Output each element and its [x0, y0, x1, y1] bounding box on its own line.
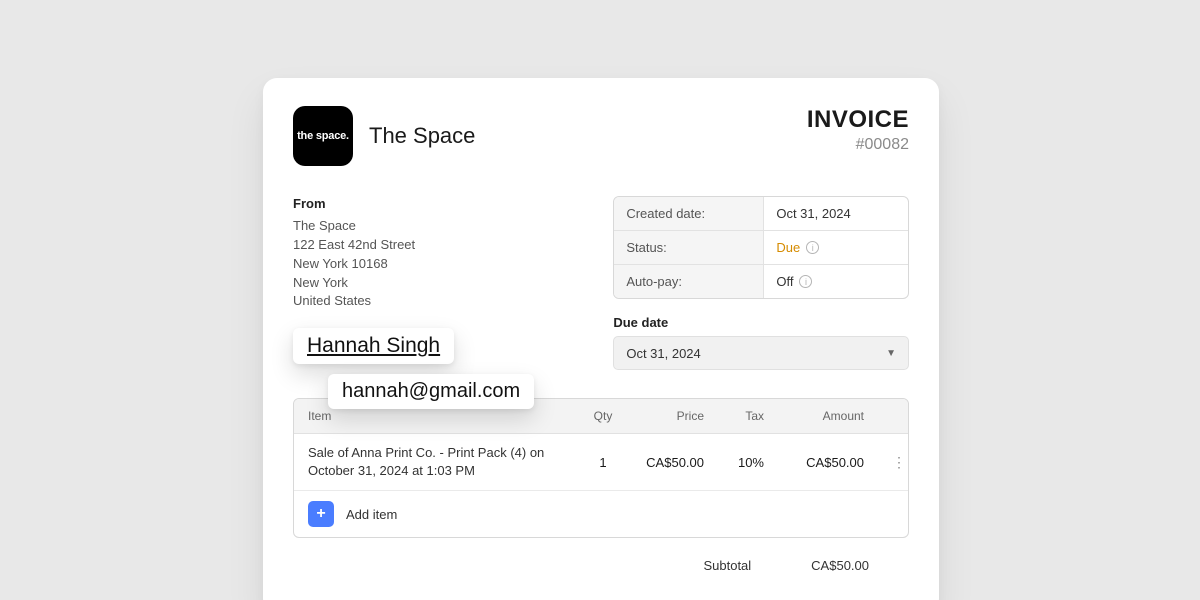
meta-value: Off i [764, 265, 908, 298]
meta-value: Oct 31, 2024 [764, 197, 908, 230]
info-icon[interactable]: i [806, 241, 819, 254]
chevron-down-icon: ▼ [886, 348, 896, 359]
meta-value: Due i [764, 231, 908, 264]
line-items-table: Item Qty Price Tax Amount Sale of Anna P… [293, 398, 909, 538]
kebab-icon[interactable]: ⋮ [878, 445, 908, 479]
subtotal-row: Subtotal CA$50.00 [293, 558, 909, 573]
from-line: New York 10168 [293, 255, 613, 274]
meta-row-created: Created date: Oct 31, 2024 [614, 197, 908, 231]
line-item-name: Sale of Anna Print Co. - Print Pack (4) … [294, 434, 578, 490]
invoice-title-block: INVOICE #00082 [807, 106, 909, 154]
billto-name-callout[interactable]: Hannah Singh [293, 328, 454, 364]
meta-row-autopay: Auto-pay: Off i [614, 265, 908, 298]
subtotal-label: Subtotal [703, 558, 751, 573]
invoice-header: the space. The Space INVOICE #00082 [293, 106, 909, 166]
company-name: The Space [369, 123, 475, 149]
meta-key: Status: [614, 231, 764, 264]
line-item-price: CA$50.00 [628, 445, 718, 480]
info-icon[interactable]: i [799, 275, 812, 288]
invoice-meta-table: Created date: Oct 31, 2024 Status: Due i… [613, 196, 909, 299]
brand-block: the space. The Space [293, 106, 475, 166]
invoice-label: INVOICE [807, 106, 909, 134]
autopay-value: Off [776, 274, 793, 289]
table-row: Sale of Anna Print Co. - Print Pack (4) … [294, 434, 908, 491]
from-address: The Space 122 East 42nd Street New York … [293, 217, 613, 311]
invoice-card: the space. The Space INVOICE #00082 From… [263, 78, 939, 600]
plus-icon[interactable]: + [308, 501, 334, 527]
due-date-label: Due date [613, 315, 909, 330]
from-line: 122 East 42nd Street [293, 236, 613, 255]
add-item-row[interactable]: + Add item [294, 491, 908, 537]
due-date-select[interactable]: Oct 31, 2024 ▼ [613, 336, 909, 370]
from-line: The Space [293, 217, 613, 236]
meta-row-status: Status: Due i [614, 231, 908, 265]
add-item-label: Add item [346, 507, 397, 522]
line-item-amount: CA$50.00 [778, 445, 878, 480]
col-price: Price [628, 399, 718, 433]
billto-email-callout[interactable]: hannah@gmail.com [328, 374, 534, 409]
col-qty: Qty [578, 399, 628, 433]
company-logo: the space. [293, 106, 353, 166]
subtotal-value: CA$50.00 [811, 558, 869, 573]
col-amount: Amount [778, 399, 878, 433]
meta-key: Created date: [614, 197, 764, 230]
from-line: United States [293, 292, 613, 311]
due-date-block: Due date Oct 31, 2024 ▼ [613, 315, 909, 370]
from-label: From [293, 196, 613, 211]
status-badge: Due [776, 240, 800, 255]
col-tax: Tax [718, 399, 778, 433]
meta-key: Auto-pay: [614, 265, 764, 298]
due-date-value: Oct 31, 2024 [626, 346, 700, 361]
from-line: New York [293, 274, 613, 293]
line-item-tax: 10% [718, 445, 778, 480]
line-item-qty: 1 [578, 445, 628, 480]
invoice-number: #00082 [807, 136, 909, 154]
